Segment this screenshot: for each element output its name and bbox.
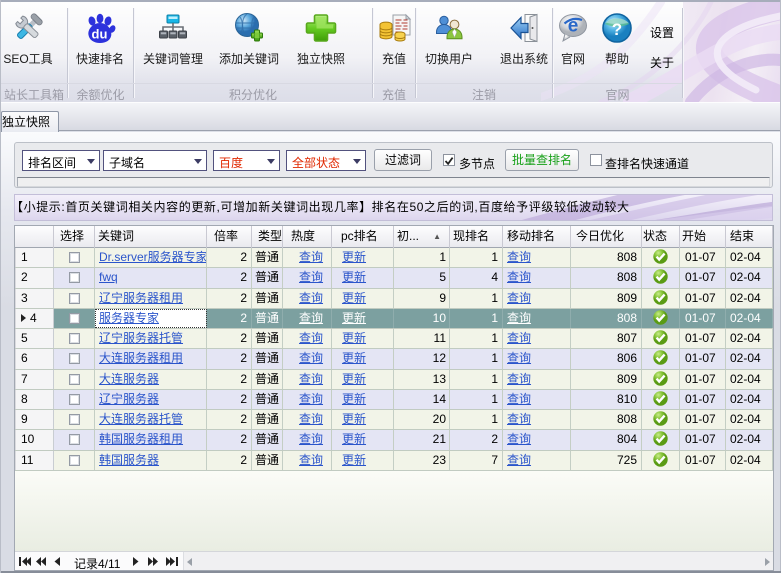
svg-text:du: du: [92, 27, 108, 42]
svg-text:?: ?: [612, 20, 622, 39]
